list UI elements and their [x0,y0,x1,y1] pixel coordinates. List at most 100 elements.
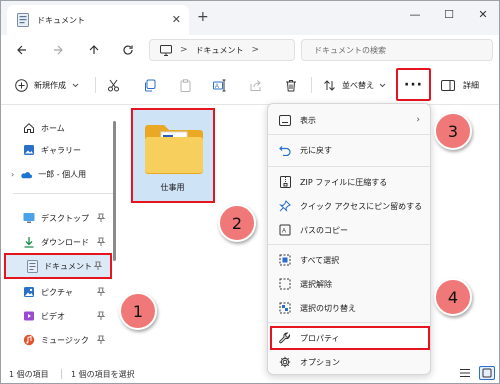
refresh-icon[interactable] [119,41,137,59]
sidebar-item-label: ピクチャ [41,287,73,297]
menu-item-properties[interactable]: プロパティ [270,326,430,350]
wrench-icon [278,331,292,345]
pin-icon[interactable] [96,237,106,248]
menu-item-pin-quick-access[interactable]: クイック アクセスにピン留めする [272,196,428,216]
breadcrumb-documents[interactable]: ドキュメント [196,45,244,56]
pin-icon[interactable] [96,311,106,322]
new-tab-button[interactable]: + [197,9,209,25]
menu-item-select-none[interactable]: 選択解除 [272,274,428,294]
step-badge-2: 2 [218,204,256,242]
sidebar-item-label: ダウンロード [41,237,89,247]
desktop-icon [23,212,35,224]
delete-button[interactable] [285,75,297,95]
sidebar-scrollbar[interactable] [113,121,116,261]
step-badge-1: 1 [119,292,157,330]
music-icon [23,334,35,346]
menu-item-compress-zip[interactable]: ZIP ファイルに圧縮する [272,172,428,192]
pin-icon[interactable] [96,335,106,346]
sort-button[interactable]: 並べ替え [323,75,386,95]
chevron-down-icon [379,83,386,87]
zip-icon [278,175,292,189]
share-button[interactable] [249,75,262,95]
pin-icon[interactable] [96,287,106,298]
details-button[interactable]: 詳細 [441,75,479,95]
sidebar-item-downloads[interactable]: ダウンロード [1,231,113,253]
menu-item-select-all[interactable]: すべて選択 [272,250,428,270]
svg-text:A: A [215,84,219,90]
item-count: 1 個の項目 [9,370,49,379]
sidebar-item-documents[interactable]: ドキュメント [4,253,112,279]
copy-button[interactable] [143,75,156,95]
menu-item-view[interactable]: 表示 › [272,110,428,130]
menu-item-copy-path[interactable]: A パスのコピー [272,220,428,240]
title-bar: ドキュメント ✕ + — ☐ ✕ [1,1,499,35]
maximize-button[interactable]: ☐ [437,5,461,23]
plus-circle-icon [15,78,28,92]
sidebar-item-desktop[interactable]: デスクトップ [1,207,113,229]
selected-count: 1 個の項目を選択 [71,370,135,379]
sidebar-item-label: ミュージック [41,335,89,345]
menu-item-undo[interactable]: 元に戻す [272,140,428,160]
menu-item-label: ZIP ファイルに圧縮する [300,177,388,187]
cut-button[interactable] [107,75,120,95]
sidebar-item-label: 一郎 - 個人用 [38,169,87,179]
folder-label: 仕事用 [160,183,185,192]
more-options-button[interactable]: ··· [396,68,431,101]
tab-documents[interactable]: ドキュメント ✕ [7,5,189,35]
folder-icon: W [145,125,203,174]
pin-icon [278,199,292,213]
chevron-right-icon[interactable]: › [11,170,14,179]
sidebar-item-music[interactable]: ミュージック [1,329,113,351]
breadcrumb-separator: > [180,45,188,55]
close-window-button[interactable]: ✕ [471,5,495,23]
pin-icon[interactable] [93,261,103,272]
sidebar-item-pictures[interactable]: ピクチャ [1,281,113,303]
menu-divider [268,322,430,323]
menu-item-invert-selection[interactable]: 選択の切り替え [272,298,428,318]
new-button[interactable]: 新規作成 [15,75,79,95]
monitor-icon [160,44,172,56]
address-path[interactable]: > ドキュメント > [149,39,295,61]
breadcrumb-separator[interactable]: > [252,45,260,55]
sidebar-item-onedrive[interactable]: › 一郎 - 個人用 [1,163,113,185]
forward-arrow-icon[interactable] [49,41,67,59]
video-icon [23,310,35,322]
tiles-view-icon[interactable] [479,366,495,380]
sort-icon [324,79,335,91]
share-icon [250,79,261,91]
pin-icon[interactable] [96,213,106,224]
minimize-button[interactable]: — [403,5,427,23]
rename-icon: A [213,79,226,91]
details-pane-icon [441,79,455,91]
sort-label: 並べ替え [342,80,374,90]
rename-button[interactable]: A [213,75,227,95]
menu-item-label: すべて選択 [300,255,340,265]
folder-item-work[interactable]: W 仕事用 [131,108,215,203]
tab-label: ドキュメント [37,15,85,25]
documents-icon [26,259,38,273]
sidebar-item-label: デスクトップ [41,213,89,223]
list-view-icon[interactable] [459,367,471,381]
sidebar-item-home[interactable]: ホーム [1,117,113,139]
paste-button[interactable] [179,75,192,95]
tab-close-icon[interactable]: ✕ [172,13,181,26]
sidebar-item-gallery[interactable]: ギャラリー [1,139,113,161]
select-none-icon [278,277,292,291]
sidebar-divider [13,193,113,194]
undo-icon [278,143,292,157]
sidebar-item-videos[interactable]: ビデオ [1,305,113,327]
sidebar-item-label: ホーム [41,123,65,133]
documents-icon [17,13,29,27]
menu-item-label: クイック アクセスにピン留めする [300,201,423,211]
back-arrow-icon[interactable] [13,41,31,59]
menu-item-label: パスのコピー [300,225,348,235]
menu-item-label: 元に戻す [300,145,332,155]
up-arrow-icon[interactable] [85,41,103,59]
menu-divider [268,166,430,167]
status-divider [61,369,62,379]
menu-divider [268,244,430,245]
cloud-icon [20,168,33,180]
pictures-icon [23,286,35,298]
search-input[interactable]: ドキュメントの検索 [301,39,493,61]
paste-icon [180,78,191,92]
